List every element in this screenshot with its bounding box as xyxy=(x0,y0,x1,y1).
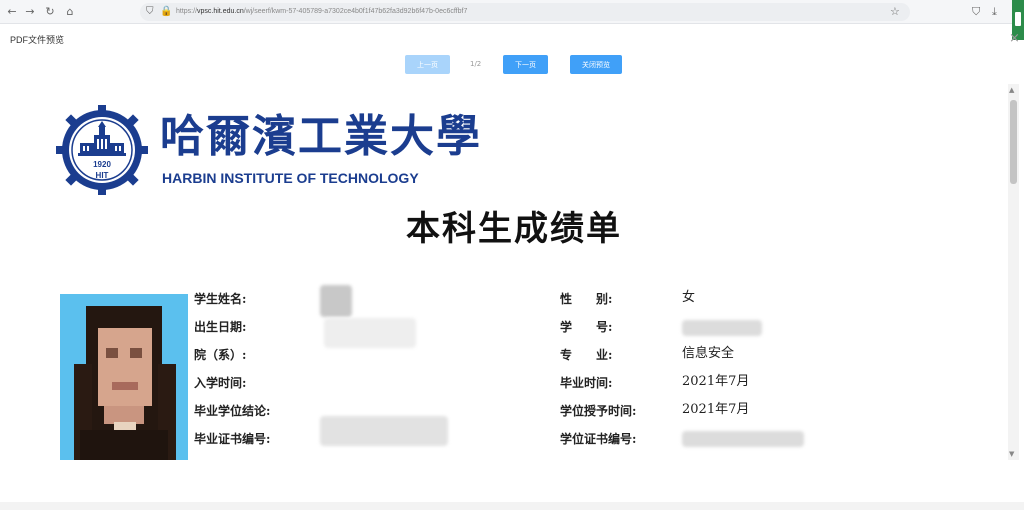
value-gender: 女 xyxy=(682,290,696,305)
preview-title: PDF文件预览 xyxy=(10,35,65,45)
document-title: 本科生成绩单 xyxy=(406,209,622,249)
extension-shield-icon[interactable]: ⛉ xyxy=(972,4,980,20)
university-emblem: 1920 HIT xyxy=(56,105,148,195)
redacted-name xyxy=(320,285,352,317)
scroll-down-icon[interactable]: ▼ xyxy=(1009,450,1014,458)
label-diploma-number: 毕业证书编号: xyxy=(194,432,271,446)
address-bar[interactable]: ⛉ 🔒 https://vpsc.hit.edu.cn/wj/seerf/kwm… xyxy=(140,3,910,21)
emblem-abbr: HIT xyxy=(96,171,109,180)
prev-page-button[interactable]: 上一页 xyxy=(405,55,450,74)
home-icon[interactable]: ⌂ xyxy=(62,4,78,20)
label-student-name: 学生姓名: xyxy=(194,292,247,306)
value-degree-date: 2021年7月 xyxy=(682,402,750,417)
value-graduation-date: 2021年7月 xyxy=(682,374,750,389)
download-icon[interactable]: ⤓ xyxy=(992,4,997,20)
redacted-birth-date xyxy=(324,318,416,348)
browser-toolbar: ← → ↻ ⌂ ⛉ 🔒 https://vpsc.hit.edu.cn/wj/s… xyxy=(0,0,1024,24)
label-gender: 性 别: xyxy=(560,292,613,306)
next-page-button[interactable]: 下一页 xyxy=(503,55,548,74)
university-name-cn: 哈爾濱工業大學 xyxy=(160,111,482,162)
close-preview-button[interactable]: 关闭预览 xyxy=(570,55,622,74)
university-name-en: HARBIN INSTITUTE OF TECHNOLOGY xyxy=(162,170,419,186)
scroll-up-icon[interactable]: ▲ xyxy=(1009,86,1014,94)
shield-icon: ⛉ xyxy=(146,6,154,17)
label-degree-cert-number: 学位证书编号: xyxy=(560,432,637,446)
label-degree-date: 学位授予时间: xyxy=(560,404,637,418)
redacted-diploma-number xyxy=(320,416,448,446)
label-major: 专 业: xyxy=(560,348,613,362)
reload-icon[interactable]: ↻ xyxy=(42,4,58,20)
redacted-student-id xyxy=(682,320,762,336)
label-enrollment-date: 入学时间: xyxy=(194,376,247,390)
url-text[interactable]: https://vpsc.hit.edu.cn/wj/seerf/kwm-57-… xyxy=(176,5,876,19)
label-department: 院（系）: xyxy=(194,348,247,362)
student-photo xyxy=(60,294,188,460)
bookmark-star-icon[interactable]: ☆ xyxy=(890,4,900,20)
close-icon[interactable]: × xyxy=(1009,31,1020,46)
scrollbar-thumb[interactable] xyxy=(1010,100,1017,184)
lock-icon: 🔒 xyxy=(160,6,173,17)
label-student-id: 学 号: xyxy=(560,320,613,334)
redacted-degree-cert-number xyxy=(682,431,804,447)
forward-icon[interactable]: → xyxy=(22,4,38,20)
emblem-year: 1920 xyxy=(93,160,111,169)
label-birth-date: 出生日期: xyxy=(194,320,247,334)
horizontal-scrollbar[interactable] xyxy=(0,502,1024,510)
value-major: 信息安全 xyxy=(682,346,735,361)
label-graduation-date: 毕业时间: xyxy=(560,376,613,390)
back-icon[interactable]: ← xyxy=(4,4,20,20)
page-indicator: 1/2 xyxy=(470,60,482,68)
label-degree-conclusion: 毕业学位结论: xyxy=(194,404,271,418)
